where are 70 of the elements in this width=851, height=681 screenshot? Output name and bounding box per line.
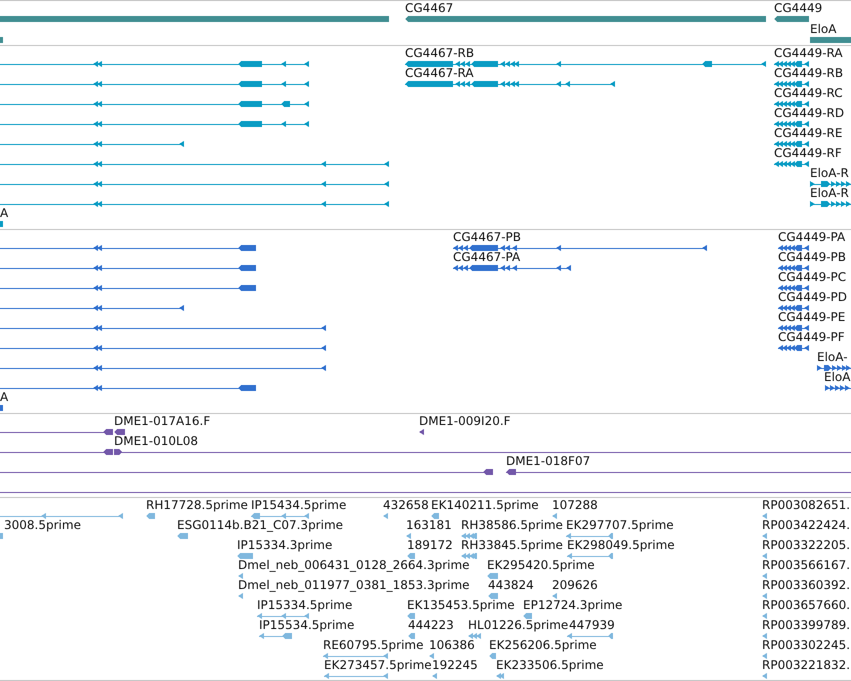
feature-label: CG4467-PB — [453, 231, 522, 244]
feature-label: IP15334.5prime — [257, 599, 352, 612]
feature-label: RP003566167. — [762, 559, 850, 572]
feature-label: RP003422424. — [762, 519, 850, 532]
feature-label: CG4449 — [774, 2, 822, 15]
feature-label: CG4449-RA — [774, 47, 843, 60]
feature-label: RP003322205. — [762, 539, 850, 552]
feature-label: 209626 — [552, 579, 598, 592]
feature-label: DME1-010L08 — [114, 435, 198, 448]
feature-label: CG4449-PC — [778, 271, 846, 284]
feature-label: 447939 — [569, 619, 615, 632]
feature-label: RP003360392. — [762, 579, 850, 592]
feature-label: RH17728.5prime — [146, 499, 248, 512]
feature-label: CG4467-RA — [405, 67, 474, 80]
feature-label: CG4467 — [405, 2, 454, 15]
feature-label: RH33845.5prime — [461, 539, 563, 552]
feature-label: CG4449-RF — [774, 147, 842, 160]
feature-label: RH38586.5prime — [461, 519, 563, 532]
feature-label: CG4449-RD — [774, 107, 844, 120]
feature-label: IP15434.5prime — [251, 499, 346, 512]
feature-label: 189172 — [407, 539, 453, 552]
feature-label: EloA-R — [810, 187, 849, 200]
feature-label: 3008.5prime — [4, 519, 81, 532]
feature-label: CG4467-PA — [453, 251, 520, 264]
feature-label: DME1-009I20.F — [419, 415, 511, 428]
feature-label: EK233506.5prime — [496, 659, 604, 672]
feature-label: CG4449-PD — [778, 291, 848, 304]
feature-label: EloA — [824, 371, 850, 384]
feature-label: RP003082651. — [762, 499, 850, 512]
feature-label: RP003221832. — [762, 659, 850, 672]
feature-label: EK140211.5prime — [431, 499, 539, 512]
feature-label: EK298049.5prime — [567, 539, 675, 552]
feature-label: DME1-018F07 — [506, 455, 590, 468]
feature-label: IP15334.3prime — [237, 539, 332, 552]
feature-label: EP12724.3prime — [523, 599, 622, 612]
feature-label: EK295420.5prime — [487, 559, 595, 572]
feature-label: EloA- — [817, 351, 848, 364]
feature-label: A — [0, 207, 8, 220]
feature-label: EloA — [810, 23, 836, 36]
feature-label: CG4449-RC — [774, 87, 843, 100]
feature-label: ESG0114b.B21_C07.3prime — [177, 519, 344, 532]
feature-label: 107288 — [552, 499, 598, 512]
feature-label: RE60795.5prime — [323, 639, 424, 652]
feature-label: CG4449-PB — [778, 251, 846, 264]
feature-label: HL01226.5prime — [468, 619, 568, 632]
feature-label: EK273457.5prime — [324, 659, 432, 672]
feature-label: CG4467-RB — [405, 47, 474, 60]
feature-label: CG4449-PF — [778, 331, 845, 344]
feature-label: EloA-R — [810, 167, 849, 180]
feature-label: Dmel_neb_006431_0128_2664.3prime — [238, 559, 470, 572]
feature-label: Dmel_neb_011977_0381_1853.3prime — [238, 579, 470, 592]
feature-label: A — [0, 391, 8, 404]
feature-label: CG4449-PE — [778, 311, 846, 324]
feature-label: 106386 — [429, 639, 475, 652]
feature-label: DME1-017A16.F — [114, 415, 210, 428]
feature-label: RP003399789. — [762, 619, 850, 632]
feature-label: 192245 — [432, 659, 478, 672]
feature-label: 443824 — [488, 579, 534, 592]
feature-label: 444223 — [408, 619, 454, 632]
feature-label: CG4449-RE — [774, 127, 842, 140]
feature-label: RP003302245. — [762, 639, 850, 652]
feature-label: 432658 — [383, 499, 429, 512]
feature-label: RP003657660. — [762, 599, 850, 612]
feature-label: IP15534.5prime — [259, 619, 354, 632]
feature-label: EK297707.5prime — [566, 519, 674, 532]
feature-label: EK256206.5prime — [489, 639, 597, 652]
feature-label: CG4449-PA — [778, 231, 846, 244]
feature-label: EK135453.5prime — [407, 599, 515, 612]
feature-label: CG4449-RB — [774, 67, 844, 80]
feature-label: 163181 — [406, 519, 452, 532]
